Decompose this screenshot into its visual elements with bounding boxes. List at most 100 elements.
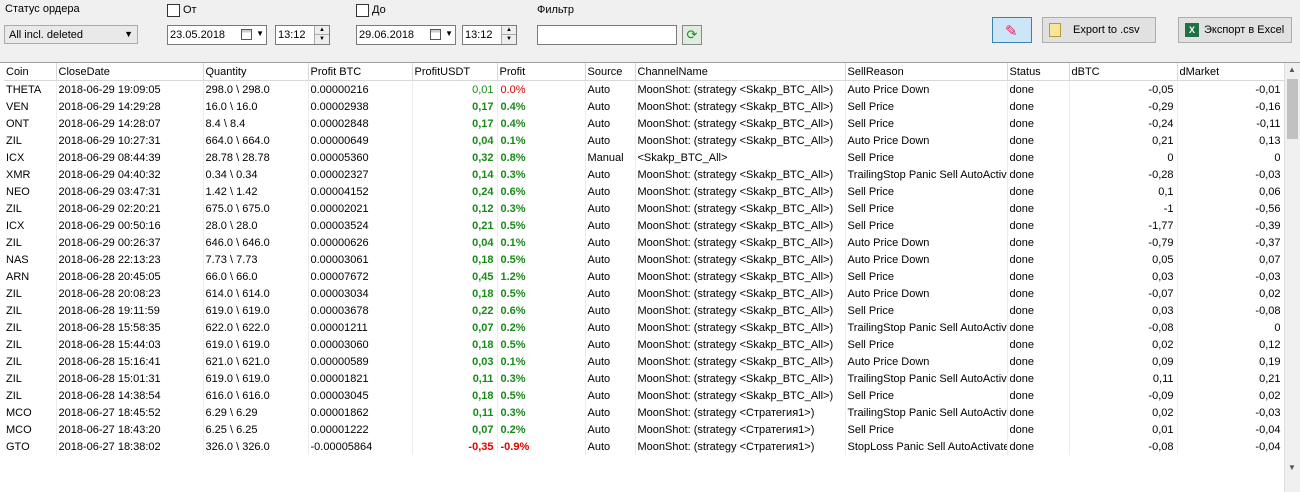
table-cell: 0.3%	[497, 370, 586, 387]
chevron-down-icon[interactable]: ▼	[256, 29, 264, 38]
column-header[interactable]: Profit BTC	[308, 63, 413, 81]
table-cell: MoonShot: (strategy <Skakp_BTC_All>)	[635, 336, 846, 353]
column-header[interactable]: dBTC	[1069, 63, 1178, 81]
column-header[interactable]: Coin	[4, 63, 57, 81]
table-header: Coin CloseDate Quantity Profit BTC ProfitUSD…	[4, 63, 1285, 81]
to-checkbox[interactable]	[356, 4, 369, 17]
table-cell: MoonShot: (strategy <Skakp_BTC_All>)	[635, 302, 846, 319]
table-row[interactable]: NEO 2018-06-29 03:47:31 1.42 \ 1.42 0.00004…	[4, 183, 1285, 200]
table-cell: MoonShot: (strategy <Skakp_BTC_All>)	[635, 387, 846, 404]
table-cell: 28.78 \ 28.78	[203, 149, 309, 166]
table-cell: 0,18	[412, 285, 498, 302]
table-row[interactable]: GTO 2018-06-27 18:38:02 326.0 \ 326.0 -0.00…	[4, 438, 1285, 455]
scroll-down-icon[interactable]: ▼	[1288, 463, 1296, 472]
column-header[interactable]: SellReason	[845, 63, 1008, 81]
table-cell: 646.0 \ 646.0	[203, 234, 309, 251]
table-cell: 0	[1177, 319, 1285, 336]
column-header[interactable]: ChannelName	[635, 63, 846, 81]
orders-grid[interactable]: Coin CloseDate Quantity Profit BTC ProfitUSD…	[0, 62, 1300, 492]
chevron-down-icon[interactable]: ▼	[445, 29, 453, 38]
column-header[interactable]: ProfitUSDT	[412, 63, 498, 81]
table-cell: 6.29 \ 6.29	[203, 404, 309, 421]
from-time-spinner[interactable]: ▲ ▼	[314, 26, 329, 44]
table-cell: ICX	[4, 217, 57, 234]
table-row[interactable]: ZIL 2018-06-28 15:58:35 622.0 \ 622.0 0.000…	[4, 319, 1285, 336]
table-row[interactable]: ZIL 2018-06-28 20:08:23 614.0 \ 614.0 0.000…	[4, 285, 1285, 302]
column-header[interactable]: Profit	[497, 63, 586, 81]
table-cell: 298.0 \ 298.0	[203, 80, 309, 98]
table-cell: -1	[1069, 200, 1178, 217]
table-cell: 0,19	[1177, 353, 1285, 370]
calendar-icon[interactable]: c	[241, 29, 252, 40]
scrollbar-thumb[interactable]	[1287, 79, 1298, 139]
table-cell: 0.00005360	[308, 149, 413, 166]
table-cell: TrailingStop Panic Sell AutoActivated	[845, 319, 1008, 336]
from-checkbox[interactable]	[167, 4, 180, 17]
table-row[interactable]: ZIL 2018-06-29 10:27:31 664.0 \ 664.0 0.000…	[4, 132, 1285, 149]
table-cell: MoonShot: (strategy <Skakp_BTC_All>)	[635, 98, 846, 115]
table-row[interactable]: ZIL 2018-06-28 14:38:54 616.0 \ 616.0 0.000…	[4, 387, 1285, 404]
table-row[interactable]: VEN 2018-06-29 14:29:28 16.0 \ 16.0 0.00002…	[4, 98, 1285, 115]
vertical-scrollbar[interactable]: ▲ ▼	[1284, 63, 1300, 492]
table-cell: done	[1007, 421, 1070, 438]
from-date-picker[interactable]: 23.05.2018 c ▼	[167, 25, 267, 45]
excel-icon: X	[1185, 23, 1199, 37]
to-date-picker[interactable]: 29.06.2018 c ▼	[356, 25, 456, 45]
export-excel-button[interactable]: X Экспорт в Excel	[1178, 17, 1292, 43]
order-status-select[interactable]: All incl. deleted ▼	[4, 25, 138, 44]
column-header[interactable]: Status	[1007, 63, 1070, 81]
spin-up-icon[interactable]: ▲	[502, 26, 516, 35]
table-row[interactable]: ZIL 2018-06-29 00:26:37 646.0 \ 646.0 0.000…	[4, 234, 1285, 251]
scroll-up-icon[interactable]: ▲	[1288, 65, 1296, 74]
table-row[interactable]: ONT 2018-06-29 14:28:07 8.4 \ 8.4 0.0000284…	[4, 115, 1285, 132]
table-cell: Auto	[585, 80, 636, 98]
table-row[interactable]: ARN 2018-06-28 20:45:05 66.0 \ 66.0 0.00007…	[4, 268, 1285, 285]
from-time-field[interactable]: 13:12 ▲ ▼	[275, 25, 330, 45]
table-cell: done	[1007, 285, 1070, 302]
table-row[interactable]: ZIL 2018-06-29 02:20:21 675.0 \ 675.0 0.000…	[4, 200, 1285, 217]
spin-down-icon[interactable]: ▼	[502, 35, 516, 44]
table-cell: -0,79	[1069, 234, 1178, 251]
table-cell: -0,07	[1069, 285, 1178, 302]
table-row[interactable]: ZIL 2018-06-28 15:44:03 619.0 \ 619.0 0.000…	[4, 336, 1285, 353]
table-row[interactable]: MCO 2018-06-27 18:43:20 6.25 \ 6.25 0.00001…	[4, 421, 1285, 438]
table-cell: 0,02	[1177, 285, 1285, 302]
table-row[interactable]: ZIL 2018-06-28 19:11:59 619.0 \ 619.0 0.000…	[4, 302, 1285, 319]
table-cell: 619.0 \ 619.0	[203, 370, 309, 387]
table-row[interactable]: THETA 2018-06-29 19:09:05 298.0 \ 298.0 0.0…	[4, 80, 1285, 98]
export-csv-label: Export to .csv	[1073, 24, 1140, 36]
export-csv-button[interactable]: Export to .csv	[1042, 17, 1156, 43]
table-cell: -0,08	[1177, 302, 1285, 319]
table-row[interactable]: MCO 2018-06-27 18:45:52 6.29 \ 6.29 0.00001…	[4, 404, 1285, 421]
table-row[interactable]: ICX 2018-06-29 00:50:16 28.0 \ 28.0 0.00003…	[4, 217, 1285, 234]
pin-button[interactable]: ✎	[992, 17, 1032, 43]
column-header[interactable]: Quantity	[203, 63, 309, 81]
to-time-spinner[interactable]: ▲ ▼	[501, 26, 516, 44]
table-cell: -0.00005864	[308, 438, 413, 455]
table-cell: -0,16	[1177, 98, 1285, 115]
table-cell: MoonShot: (strategy <Skakp_BTC_All>)	[635, 166, 846, 183]
table-row[interactable]: XMR 2018-06-29 04:40:32 0.34 \ 0.34 0.00002…	[4, 166, 1285, 183]
table-cell: TrailingStop Panic Sell AutoActivated	[845, 166, 1008, 183]
table-cell: done	[1007, 319, 1070, 336]
toolbar: Статус ордера All incl. deleted ▼ От 23.…	[0, 0, 1300, 62]
table-cell: 0,45	[412, 268, 498, 285]
spin-down-icon[interactable]: ▼	[315, 35, 329, 44]
to-time-field[interactable]: 13:12 ▲ ▼	[462, 25, 517, 45]
table-row[interactable]: NAS 2018-06-28 22:13:23 7.73 \ 7.73 0.00003…	[4, 251, 1285, 268]
table-row[interactable]: ICX 2018-06-29 08:44:39 28.78 \ 28.78 0.000…	[4, 149, 1285, 166]
calendar-icon[interactable]: c	[430, 29, 441, 40]
filter-input[interactable]	[537, 25, 677, 45]
spin-up-icon[interactable]: ▲	[315, 26, 329, 35]
refresh-icon[interactable]: ⟳	[682, 25, 702, 45]
column-header[interactable]: dMarket	[1177, 63, 1285, 81]
column-header[interactable]: Source	[585, 63, 636, 81]
table-cell: Sell Price	[845, 387, 1008, 404]
table-cell: 66.0 \ 66.0	[203, 268, 309, 285]
table-row[interactable]: ZIL 2018-06-28 15:16:41 621.0 \ 621.0 0.000…	[4, 353, 1285, 370]
table-row[interactable]: ZIL 2018-06-28 15:01:31 619.0 \ 619.0 0.000…	[4, 370, 1285, 387]
column-header[interactable]: CloseDate	[56, 63, 204, 81]
table-cell: ZIL	[4, 285, 57, 302]
table-cell: MoonShot: (strategy <Стратегия1>)	[635, 421, 846, 438]
table-cell: 0.00001821	[308, 370, 413, 387]
